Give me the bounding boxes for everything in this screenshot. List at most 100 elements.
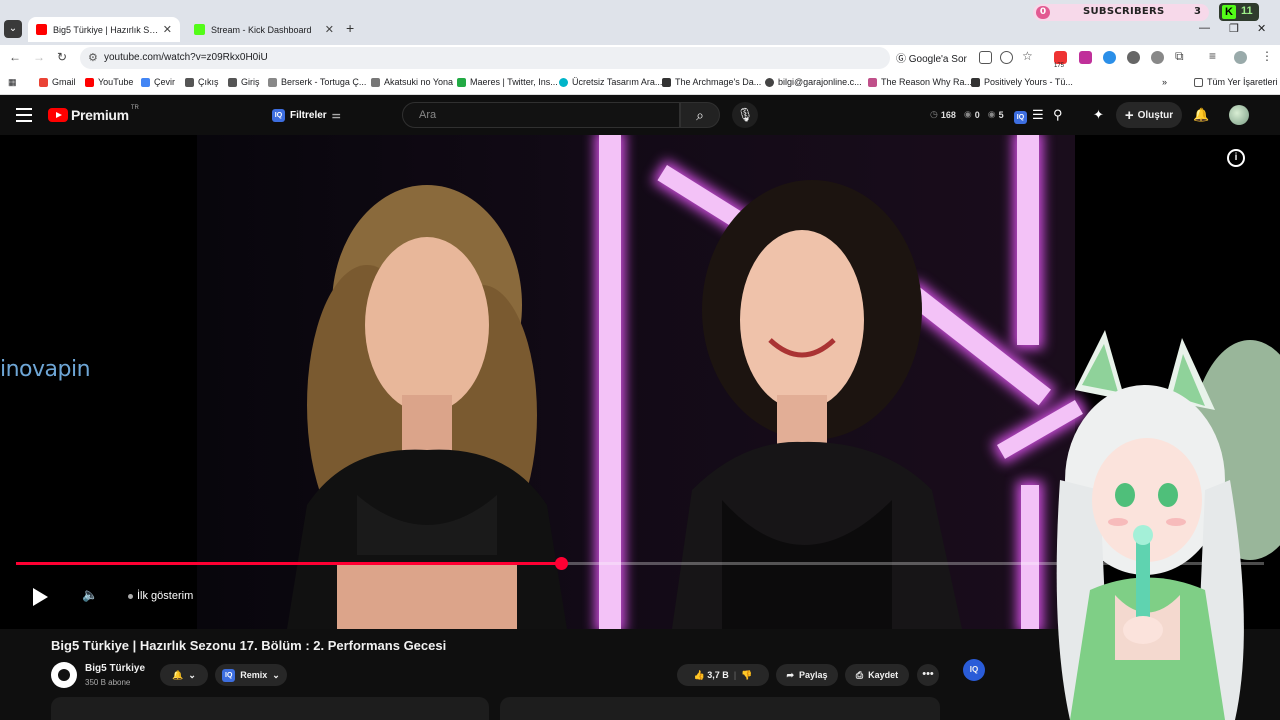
create-button[interactable]: + Oluştur bbox=[1116, 102, 1182, 128]
description-box bbox=[51, 697, 489, 720]
tab-youtube[interactable]: Big5 Türkiye | Hazırlık Sezonu 17. B ✕ bbox=[28, 17, 180, 42]
video-frame bbox=[197, 135, 1083, 629]
like-count: 3,7 B bbox=[707, 669, 729, 680]
bookmark-giris[interactable]: Giriş bbox=[228, 77, 260, 87]
search-input[interactable]: Ara bbox=[402, 102, 680, 128]
search-button[interactable]: ⌕ bbox=[680, 102, 720, 128]
close-tab-icon[interactable]: ✕ bbox=[325, 23, 334, 36]
bookmark-maeres[interactable]: Maeres | Twitter, Ins... bbox=[457, 77, 558, 87]
remix-label: Remix bbox=[240, 670, 268, 680]
bookmark-star-icon[interactable]: ☆ bbox=[1022, 49, 1033, 63]
stat-views: ◷ 168 bbox=[930, 109, 956, 120]
bookmark-translate[interactable]: Çevir bbox=[141, 77, 175, 87]
browser-menu-icon[interactable]: ⋮ bbox=[1261, 49, 1273, 63]
menu-hamburger-icon[interactable] bbox=[16, 108, 32, 126]
youtube-logo[interactable]: Premium TR bbox=[48, 105, 139, 123]
subscribe-notifications-button[interactable]: 🔔 ⌄ bbox=[160, 664, 208, 686]
save-button[interactable]: ⎙ Kaydet bbox=[845, 664, 909, 686]
divider: | bbox=[733, 670, 737, 680]
bookmark-label: Akatsuki no Yona bbox=[384, 77, 454, 87]
bookmark-label: Berserk - Tortuga Ç... bbox=[281, 77, 367, 87]
reload-icon[interactable]: ↻ bbox=[57, 50, 67, 64]
media-controls-icon[interactable]: ≡ bbox=[1209, 49, 1216, 63]
filters-button[interactable]: IQ Filtreler ⚌ bbox=[272, 104, 341, 126]
maximize-icon[interactable]: ❐ bbox=[1229, 22, 1239, 35]
eye-off-icon[interactable] bbox=[1000, 51, 1013, 64]
google-ask-label: Google'a Sor bbox=[908, 54, 967, 65]
account-avatar[interactable] bbox=[1229, 105, 1249, 125]
youtube-favicon-icon bbox=[36, 24, 47, 35]
all-bookmarks[interactable]: Tüm Yer İşaretleri bbox=[1194, 77, 1278, 87]
contestant-right bbox=[672, 180, 962, 629]
minimize-icon[interactable]: — bbox=[1199, 22, 1210, 34]
bookmark-design[interactable]: Ücretsiz Tasarım Ara... bbox=[559, 77, 662, 87]
site-info-icon[interactable]: ⚙ bbox=[88, 51, 98, 64]
play-icon[interactable] bbox=[33, 588, 48, 606]
extension-bulb-icon[interactable] bbox=[1127, 51, 1140, 64]
neon-bar bbox=[599, 135, 621, 629]
address-bar[interactable]: ⚙ youtube.com/watch?v=z09Rkx0H0iU bbox=[80, 47, 890, 69]
channel-name[interactable]: Big5 Türkiye bbox=[85, 663, 145, 674]
apps-grid-icon[interactable]: ▦ bbox=[8, 77, 17, 88]
notifications-bell-icon[interactable]: 🔔 bbox=[1193, 107, 1209, 123]
tab-search-icon[interactable]: ⌄ bbox=[4, 20, 22, 38]
folder-icon bbox=[1194, 77, 1203, 87]
extension-pink-icon[interactable] bbox=[1079, 51, 1092, 64]
extension-cloud-icon[interactable] bbox=[1151, 51, 1164, 64]
voice-search-button[interactable]: 🎙 bbox=[732, 102, 758, 128]
extension-stats: ◷ 168 ◉ 0 ◉ 5 bbox=[930, 109, 1004, 120]
iq-extension-icon[interactable]: IQ bbox=[1014, 107, 1032, 124]
remix-button[interactable]: IQ Remix ⌄ bbox=[215, 664, 287, 686]
tab-kick-dashboard[interactable]: Stream - Kick Dashboard ✕ bbox=[186, 17, 342, 42]
logo-text: Premium bbox=[71, 107, 129, 123]
bookmark-cikis[interactable]: Çıkış bbox=[185, 77, 219, 87]
sparkle-icon[interactable]: ✦ bbox=[1093, 107, 1104, 123]
bookmark-garaj[interactable]: bilgi@garajonline.c... bbox=[765, 77, 862, 87]
extensions-puzzle-icon[interactable]: ⧉ bbox=[1175, 49, 1184, 64]
list-icon[interactable]: ☰ bbox=[1032, 107, 1044, 123]
bookmark-archmage[interactable]: The Archmage's Da... bbox=[662, 77, 761, 87]
chapter-button[interactable]: İlk gösterim bbox=[128, 590, 193, 602]
channel-subscribers: 350 B abone bbox=[85, 678, 131, 687]
volume-icon[interactable]: 🔈 bbox=[82, 587, 98, 603]
close-window-icon[interactable]: ✕ bbox=[1257, 22, 1266, 35]
thumbs-down-icon[interactable]: 👎 bbox=[741, 670, 752, 681]
back-arrow-icon[interactable]: ← bbox=[9, 50, 21, 64]
profile-avatar[interactable] bbox=[1234, 51, 1247, 64]
bookmark-label: Ücretsiz Tasarım Ara... bbox=[572, 77, 663, 87]
bookmark-label: Çıkış bbox=[198, 77, 219, 87]
book-icon bbox=[662, 77, 671, 87]
info-icon[interactable]: i bbox=[1227, 149, 1245, 167]
stat-views-value: 168 bbox=[940, 109, 956, 120]
share-button[interactable]: ➦ Paylaş bbox=[776, 664, 838, 686]
bookmark-berserk[interactable]: Berserk - Tortuga Ç... bbox=[268, 77, 366, 87]
pin-icon[interactable]: ⚲ bbox=[1053, 107, 1063, 123]
microphone-icon: 🎙 bbox=[736, 107, 754, 122]
bookmark-label: Gmail bbox=[52, 77, 76, 87]
kick-overlay: K 11 bbox=[1219, 3, 1259, 21]
bookmark-positively[interactable]: Positively Yours - Tü... bbox=[971, 77, 1073, 87]
bookmark-yona[interactable]: Akatsuki no Yona bbox=[371, 77, 453, 87]
stat-b-value: 5 bbox=[998, 109, 1004, 120]
bookmark-label: Positively Yours - Tü... bbox=[984, 77, 1073, 87]
bookmark-reason[interactable]: The Reason Why Ra... bbox=[868, 77, 972, 87]
region-code: TR bbox=[130, 105, 139, 111]
subscribers-count-left: 0 bbox=[1036, 6, 1050, 19]
create-label: Oluştur bbox=[1137, 109, 1174, 121]
bookmark-label: bilgi@garajonline.c... bbox=[778, 77, 862, 87]
more-actions-button[interactable]: ••• bbox=[917, 664, 939, 686]
channel-avatar[interactable] bbox=[51, 662, 77, 688]
forward-arrow-icon[interactable]: → bbox=[33, 50, 45, 64]
bookmark-youtube[interactable]: YouTube bbox=[85, 77, 133, 87]
bookmarks-overflow-button[interactable]: » bbox=[1162, 77, 1167, 87]
close-tab-icon[interactable]: ✕ bbox=[163, 23, 172, 36]
google-ask-button[interactable]: Ⓖ Google'a Sor bbox=[896, 50, 967, 65]
iq-floating-button[interactable]: IQ bbox=[963, 659, 985, 681]
cast-icon[interactable] bbox=[979, 51, 992, 64]
new-tab-button[interactable]: + bbox=[346, 20, 354, 36]
bookmark-gmail[interactable]: Gmail bbox=[39, 77, 76, 87]
extension-blue-icon[interactable] bbox=[1103, 51, 1116, 64]
like-button[interactable]: 👍 3,7 B bbox=[694, 670, 729, 681]
globe-icon bbox=[765, 77, 774, 87]
chevron-down-icon: ⌄ bbox=[272, 669, 280, 680]
